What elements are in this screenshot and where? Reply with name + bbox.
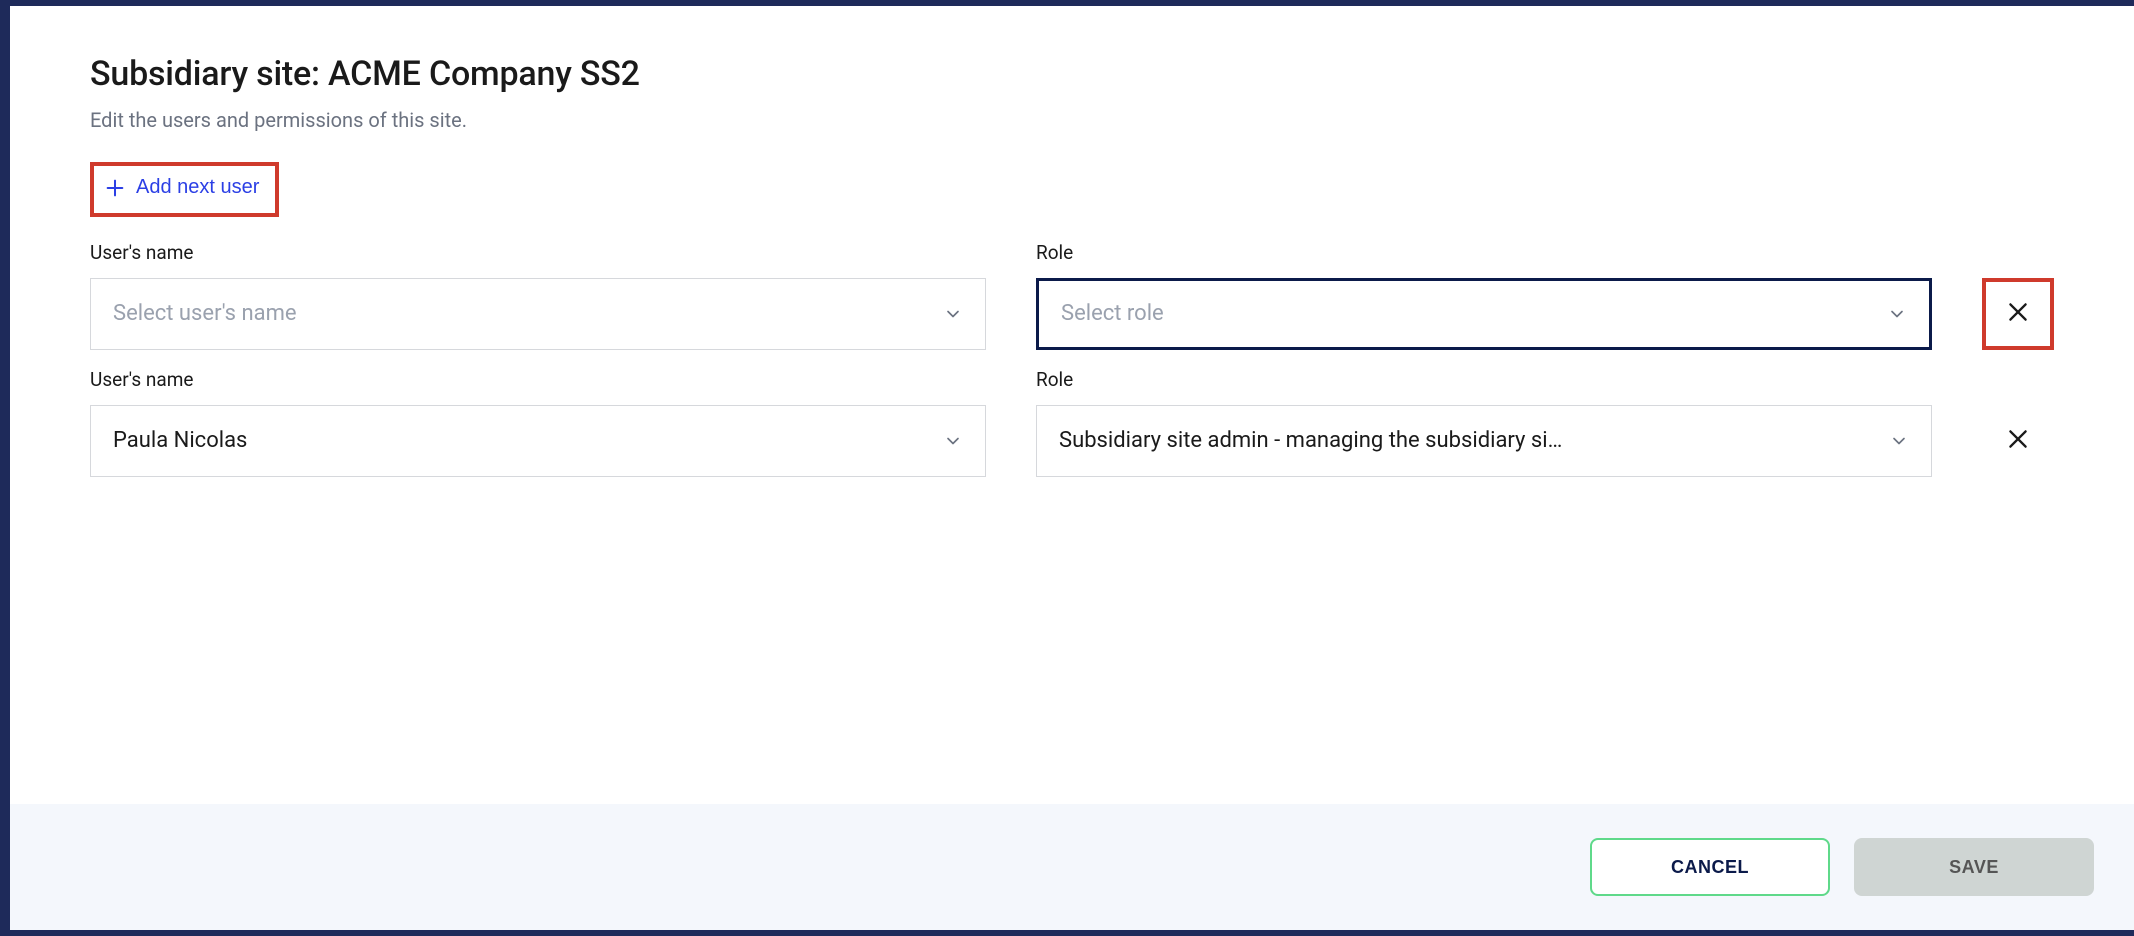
close-icon <box>2005 299 2031 328</box>
plus-icon <box>104 177 126 199</box>
chevron-down-icon <box>943 304 963 324</box>
user-label: User's name <box>90 368 986 391</box>
add-user-label: Add next user <box>136 176 259 199</box>
user-select[interactable]: Select user's name <box>90 278 986 350</box>
add-user-highlight: Add next user <box>90 162 279 217</box>
chevron-down-icon <box>1889 431 1909 451</box>
add-user-button[interactable]: Add next user <box>104 176 259 199</box>
save-button[interactable]: SAVE <box>1854 838 2094 896</box>
dialog-footer: CANCEL SAVE <box>10 804 2134 930</box>
user-field: User's name Paula Nicolas <box>90 368 986 477</box>
chevron-down-icon <box>943 431 963 451</box>
user-field: User's name Select user's name <box>90 241 986 350</box>
remove-row-button[interactable] <box>1982 278 2054 350</box>
remove-cell <box>1982 278 2054 350</box>
role-label: Role <box>1036 368 1932 391</box>
role-select-value: Subsidiary site admin - managing the sub… <box>1059 428 1889 453</box>
user-row: User's name Select user's name Role Select … <box>90 241 2054 350</box>
role-select[interactable]: Select role <box>1036 278 1932 350</box>
cancel-button[interactable]: CANCEL <box>1590 838 1830 896</box>
user-label: User's name <box>90 241 986 264</box>
page-subtitle: Edit the users and permissions of this s… <box>90 108 2054 132</box>
role-label: Role <box>1036 241 1932 264</box>
role-field: Role Subsidiary site admin - managing the… <box>1036 368 1932 477</box>
user-select[interactable]: Paula Nicolas <box>90 405 986 477</box>
close-icon <box>2005 426 2031 455</box>
chevron-down-icon <box>1887 304 1907 324</box>
user-select-value: Select user's name <box>113 301 943 326</box>
remove-row-button[interactable] <box>1982 405 2054 477</box>
remove-cell <box>1982 405 2054 477</box>
user-select-value: Paula Nicolas <box>113 428 943 453</box>
user-row: User's name Paula Nicolas Role Subsidiary s… <box>90 368 2054 477</box>
role-select-value: Select role <box>1061 301 1887 326</box>
role-field: Role Select role <box>1036 241 1932 350</box>
subsidiary-site-panel: Subsidiary site: ACME Company SS2 Edit t… <box>10 6 2134 930</box>
role-select[interactable]: Subsidiary site admin - managing the sub… <box>1036 405 1932 477</box>
page-title: Subsidiary site: ACME Company SS2 <box>90 54 2054 94</box>
